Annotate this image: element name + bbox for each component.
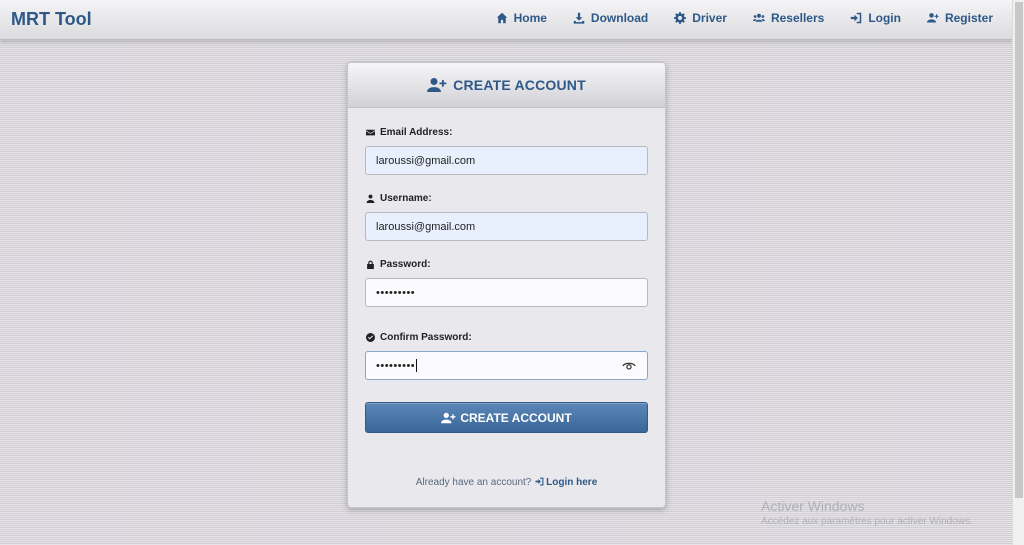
login-prompt-text: Already have an account? (415, 477, 532, 488)
nav-resellers-label: Resellers (770, 11, 825, 25)
users-icon (752, 13, 765, 22)
nav-driver-label: Driver (692, 11, 727, 25)
watermark-subtitle: Accédez aux paramètres pour activer Wind… (761, 516, 973, 527)
card-header: CREATE ACCOUNT (348, 63, 665, 108)
lock-icon (367, 260, 374, 269)
eye-icon[interactable] (622, 360, 636, 372)
sign-in-icon (851, 12, 862, 24)
create-account-button-label: CREATE ACCOUNT (460, 410, 572, 425)
confirm-password-value: ••••••••• (376, 359, 416, 372)
user-icon (366, 194, 375, 203)
email-label: Email Address: (366, 127, 452, 138)
scrollbar-thumb[interactable] (1015, 2, 1023, 498)
sign-in-icon (535, 477, 544, 486)
email-value: laroussi@gmail.com (376, 154, 476, 167)
nav-download-label: Download (590, 11, 649, 25)
check-circle-icon (366, 333, 375, 342)
confirm-password-field[interactable]: ••••••••• (365, 351, 648, 380)
password-field[interactable]: ••••••••• (365, 278, 648, 307)
nav-driver[interactable]: Driver (674, 11, 727, 25)
confirm-password-label-text: Confirm Password: (380, 332, 472, 343)
nav-register-label: Register (944, 11, 993, 25)
user-plus-icon (427, 78, 447, 92)
create-account-button[interactable]: CREATE ACCOUNT (365, 402, 648, 433)
nav-login-label: Login (868, 11, 901, 25)
brand-logo[interactable]: MRT Tool (11, 9, 92, 30)
top-navbar: MRT Tool Home Download Driver Resellers … (0, 0, 1012, 40)
login-here-label: Login here (546, 477, 598, 488)
nav-download[interactable]: Download (573, 11, 648, 25)
username-value: laroussi@gmail.com (376, 220, 476, 233)
card-title: CREATE ACCOUNT (453, 77, 586, 93)
gear-icon (674, 12, 687, 24)
username-label: Username: (366, 193, 432, 204)
watermark-title: Activer Windows (761, 498, 865, 514)
text-caret (416, 359, 418, 372)
confirm-password-label: Confirm Password: (366, 332, 472, 343)
nav-home[interactable]: Home (496, 11, 547, 25)
password-value: ••••••••• (376, 286, 416, 299)
user-plus-icon (926, 13, 939, 23)
create-account-card: CREATE ACCOUNT Email Address: laroussi@g… (347, 62, 666, 508)
envelope-icon (366, 129, 375, 136)
password-label: Password: (366, 259, 431, 270)
windows-activation-watermark: Activer Windows Accédez aux paramètres p… (761, 498, 973, 527)
page-scrollbar[interactable] (1012, 0, 1024, 545)
username-label-text: Username: (380, 193, 432, 204)
user-plus-icon (441, 412, 456, 423)
email-label-text: Email Address: (380, 127, 453, 138)
main-nav: Home Download Driver Resellers Login Reg… (470, 11, 993, 25)
email-field[interactable]: laroussi@gmail.com (365, 146, 648, 175)
home-icon (496, 12, 507, 24)
nav-login[interactable]: Login (850, 11, 901, 25)
password-label-text: Password: (380, 259, 431, 270)
username-field[interactable]: laroussi@gmail.com (365, 212, 648, 241)
nav-register[interactable]: Register (926, 11, 993, 25)
download-icon (573, 12, 585, 24)
nav-resellers[interactable]: Resellers (752, 11, 825, 25)
login-prompt: Already have an account? Login here (348, 477, 665, 488)
nav-home-label: Home (513, 11, 547, 25)
login-here-link[interactable]: Login here (534, 477, 597, 488)
